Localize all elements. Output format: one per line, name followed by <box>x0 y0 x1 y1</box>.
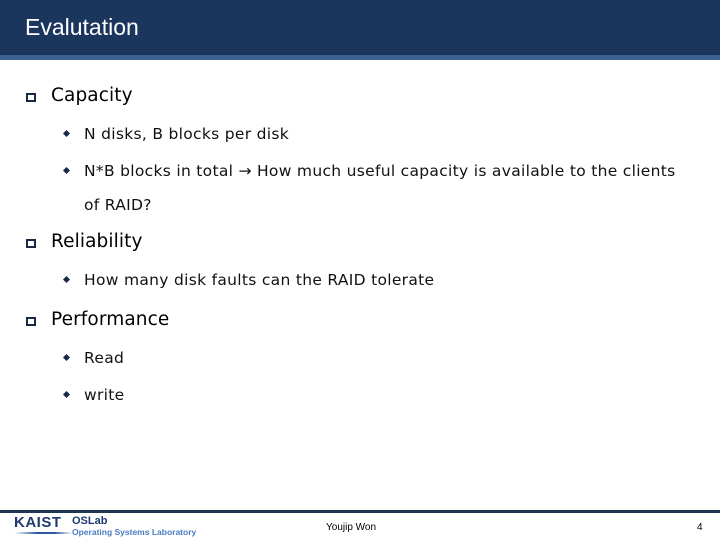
square-bullet-icon <box>26 239 36 248</box>
square-bullet-icon <box>26 317 36 326</box>
bullet-text: N*B blocks in total → How much useful ca… <box>84 162 676 180</box>
slide-title: Evalutation <box>25 14 139 40</box>
footer-author: Youjip Won <box>326 522 377 533</box>
oslab-logo-subtitle: Operating Systems Laboratory <box>72 527 197 537</box>
section-heading: Capacity <box>51 85 133 106</box>
page-number: 4 <box>697 522 703 533</box>
title-bar: Evalutation <box>0 0 720 55</box>
bullet-text: N disks, B blocks per disk <box>84 125 290 143</box>
kaist-logo-text: KAIST <box>14 514 62 531</box>
diamond-bullet-icon <box>62 275 71 284</box>
oslab-logo-text: OSLab <box>72 515 108 527</box>
slide: Evalutation Capacity N disks, B blocks p… <box>0 0 720 540</box>
bullet-text: How many disk faults can the RAID tolera… <box>84 271 435 289</box>
diamond-bullet-icon <box>62 166 71 175</box>
square-bullet-icon <box>26 93 36 102</box>
section-heading: Reliability <box>51 231 143 252</box>
footer-divider <box>0 510 720 513</box>
title-bar-accent-stripe <box>0 55 720 60</box>
bullet-text: write <box>84 386 125 404</box>
section-heading: Performance <box>51 309 170 330</box>
bullet-text-continuation: of RAID? <box>84 196 152 214</box>
kaist-oslab-logo: KAIST OSLab Operating Systems Laboratory <box>14 515 204 539</box>
diamond-bullet-icon <box>62 390 71 399</box>
diamond-bullet-icon <box>62 129 71 138</box>
kaist-logo-swoosh <box>14 532 72 534</box>
diamond-bullet-icon <box>62 353 71 362</box>
bullet-text: Read <box>84 349 125 367</box>
